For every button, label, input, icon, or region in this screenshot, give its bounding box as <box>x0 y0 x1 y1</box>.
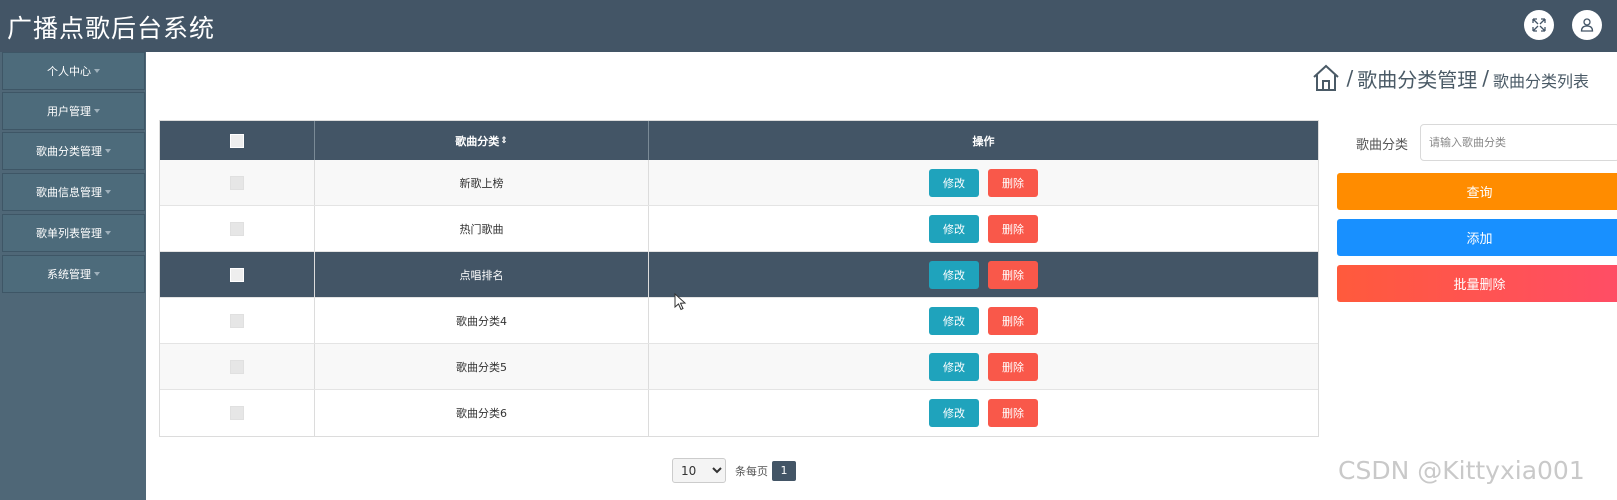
mouse-cursor-icon <box>674 293 687 311</box>
caret-down-icon <box>94 272 100 276</box>
user-icon <box>1580 18 1594 32</box>
row-category: 热门歌曲 <box>315 206 649 251</box>
delete-button[interactable]: 删除 <box>988 352 1038 381</box>
select-all-checkbox[interactable] <box>230 133 244 148</box>
sidebar-item-user-management[interactable]: 用户管理 <box>2 92 145 130</box>
table-row: 歌曲分类6 修改 删除 <box>160 390 1318 436</box>
delete-button[interactable]: 删除 <box>988 399 1038 427</box>
row-select-cell <box>160 344 315 389</box>
per-page-label: 条每页 <box>735 464 768 478</box>
header-category[interactable]: 歌曲分类 ⇕ <box>315 121 649 160</box>
header-actions: 操作 <box>649 121 1318 160</box>
row-checkbox[interactable] <box>230 359 244 374</box>
sidebar-item-song-category[interactable]: 歌曲分类管理 <box>2 132 145 170</box>
delete-button[interactable]: 删除 <box>988 260 1038 289</box>
caret-down-icon <box>94 69 100 73</box>
edit-button[interactable]: 修改 <box>929 168 979 197</box>
column-header-category: 歌曲分类 <box>455 134 500 148</box>
home-icon[interactable] <box>1311 63 1341 93</box>
page-button-current[interactable]: 1 <box>772 460 796 481</box>
caret-down-icon <box>105 149 111 153</box>
sidebar-item-label: 个人中心 <box>47 65 91 78</box>
row-checkbox[interactable] <box>230 313 244 328</box>
fullscreen-button[interactable] <box>1524 10 1554 40</box>
sidebar-item-label: 用户管理 <box>47 105 91 118</box>
row-category: 歌曲分类5 <box>315 344 649 389</box>
table-row: 点唱排名 修改 删除 <box>160 252 1318 298</box>
caret-down-icon <box>105 231 111 235</box>
sidebar-item-playlist[interactable]: 歌单列表管理 <box>2 214 145 252</box>
row-select-cell <box>160 298 315 343</box>
app-title: 广播点歌后台系统 <box>7 14 216 43</box>
table-header: 歌曲分类 ⇕ 操作 <box>160 121 1318 160</box>
row-actions: 修改 删除 <box>649 390 1318 436</box>
delete-button[interactable]: 删除 <box>988 168 1038 197</box>
row-checkbox[interactable] <box>230 175 244 190</box>
row-select-cell <box>160 252 315 297</box>
edit-button[interactable]: 修改 <box>929 260 979 289</box>
breadcrumb-separator: / <box>1346 66 1354 90</box>
batch-delete-button[interactable]: 批量删除 <box>1337 265 1617 302</box>
row-actions: 修改 删除 <box>649 160 1318 205</box>
row-checkbox[interactable] <box>230 406 244 420</box>
row-checkbox[interactable] <box>230 267 244 282</box>
column-header-actions: 操作 <box>972 134 995 148</box>
sidebar-item-system[interactable]: 系统管理 <box>2 255 145 293</box>
query-button[interactable]: 查询 <box>1337 173 1617 210</box>
edit-button[interactable]: 修改 <box>929 399 979 427</box>
watermark: CSDN @Kittyxia001 <box>1338 456 1585 485</box>
category-table: 歌曲分类 ⇕ 操作 新歌上榜 修改 删除 热门歌曲 修改 删除 点唱排名 修改 删… <box>159 120 1319 437</box>
row-select-cell <box>160 160 315 205</box>
row-select-cell <box>160 390 315 436</box>
breadcrumb-page: 歌曲分类列表 <box>1492 71 1589 91</box>
page-size-select[interactable]: 10 20 50 <box>672 458 726 483</box>
search-label: 歌曲分类 <box>1356 138 1409 153</box>
row-actions: 修改 删除 <box>649 252 1318 297</box>
table-row: 热门歌曲 修改 删除 <box>160 206 1318 252</box>
sidebar-item-label: 系统管理 <box>47 268 91 281</box>
row-category: 新歌上榜 <box>315 160 649 205</box>
row-category: 歌曲分类4 <box>315 298 649 343</box>
row-actions: 修改 删除 <box>649 344 1318 389</box>
header-select-cell <box>160 121 315 160</box>
search-input[interactable] <box>1420 124 1617 161</box>
row-select-cell <box>160 206 315 251</box>
edit-button[interactable]: 修改 <box>929 306 979 335</box>
row-category: 点唱排名 <box>315 252 649 297</box>
row-checkbox[interactable] <box>230 221 244 236</box>
sidebar-item-song-info[interactable]: 歌曲信息管理 <box>2 173 145 211</box>
table-row: 新歌上榜 修改 删除 <box>160 160 1318 206</box>
top-bar: 广播点歌后台系统 <box>0 0 1617 52</box>
row-actions: 修改 删除 <box>649 206 1318 251</box>
sidebar-item-label: 歌曲分类管理 <box>36 145 102 158</box>
user-menu-button[interactable] <box>1572 10 1602 40</box>
table-row: 歌曲分类5 修改 删除 <box>160 344 1318 390</box>
expand-icon <box>1532 18 1546 32</box>
pagination: 10 20 50 条每页 1 <box>672 458 796 483</box>
delete-button[interactable]: 删除 <box>988 214 1038 243</box>
row-category: 歌曲分类6 <box>315 390 649 436</box>
sidebar-item-label: 歌曲信息管理 <box>36 186 102 199</box>
edit-button[interactable]: 修改 <box>929 214 979 243</box>
caret-down-icon <box>105 190 111 194</box>
sidebar-item-personal-center[interactable]: 个人中心 <box>2 52 145 90</box>
sort-icon: ⇕ <box>500 135 508 146</box>
caret-down-icon <box>94 109 100 113</box>
row-actions: 修改 删除 <box>649 298 1318 343</box>
breadcrumb-section[interactable]: 歌曲分类管理 <box>1357 64 1477 93</box>
breadcrumb-separator: / <box>1482 66 1489 90</box>
table-row: 歌曲分类4 修改 删除 <box>160 298 1318 344</box>
breadcrumb: / 歌曲分类管理 / 歌曲分类列表 <box>1311 63 1589 93</box>
edit-button[interactable]: 修改 <box>929 352 979 381</box>
sidebar: 个人中心 用户管理 歌曲分类管理 歌曲信息管理 歌单列表管理 系统管理 <box>0 52 146 500</box>
sidebar-item-label: 歌单列表管理 <box>36 227 102 240</box>
add-button[interactable]: 添加 <box>1337 219 1617 256</box>
delete-button[interactable]: 删除 <box>988 306 1038 335</box>
